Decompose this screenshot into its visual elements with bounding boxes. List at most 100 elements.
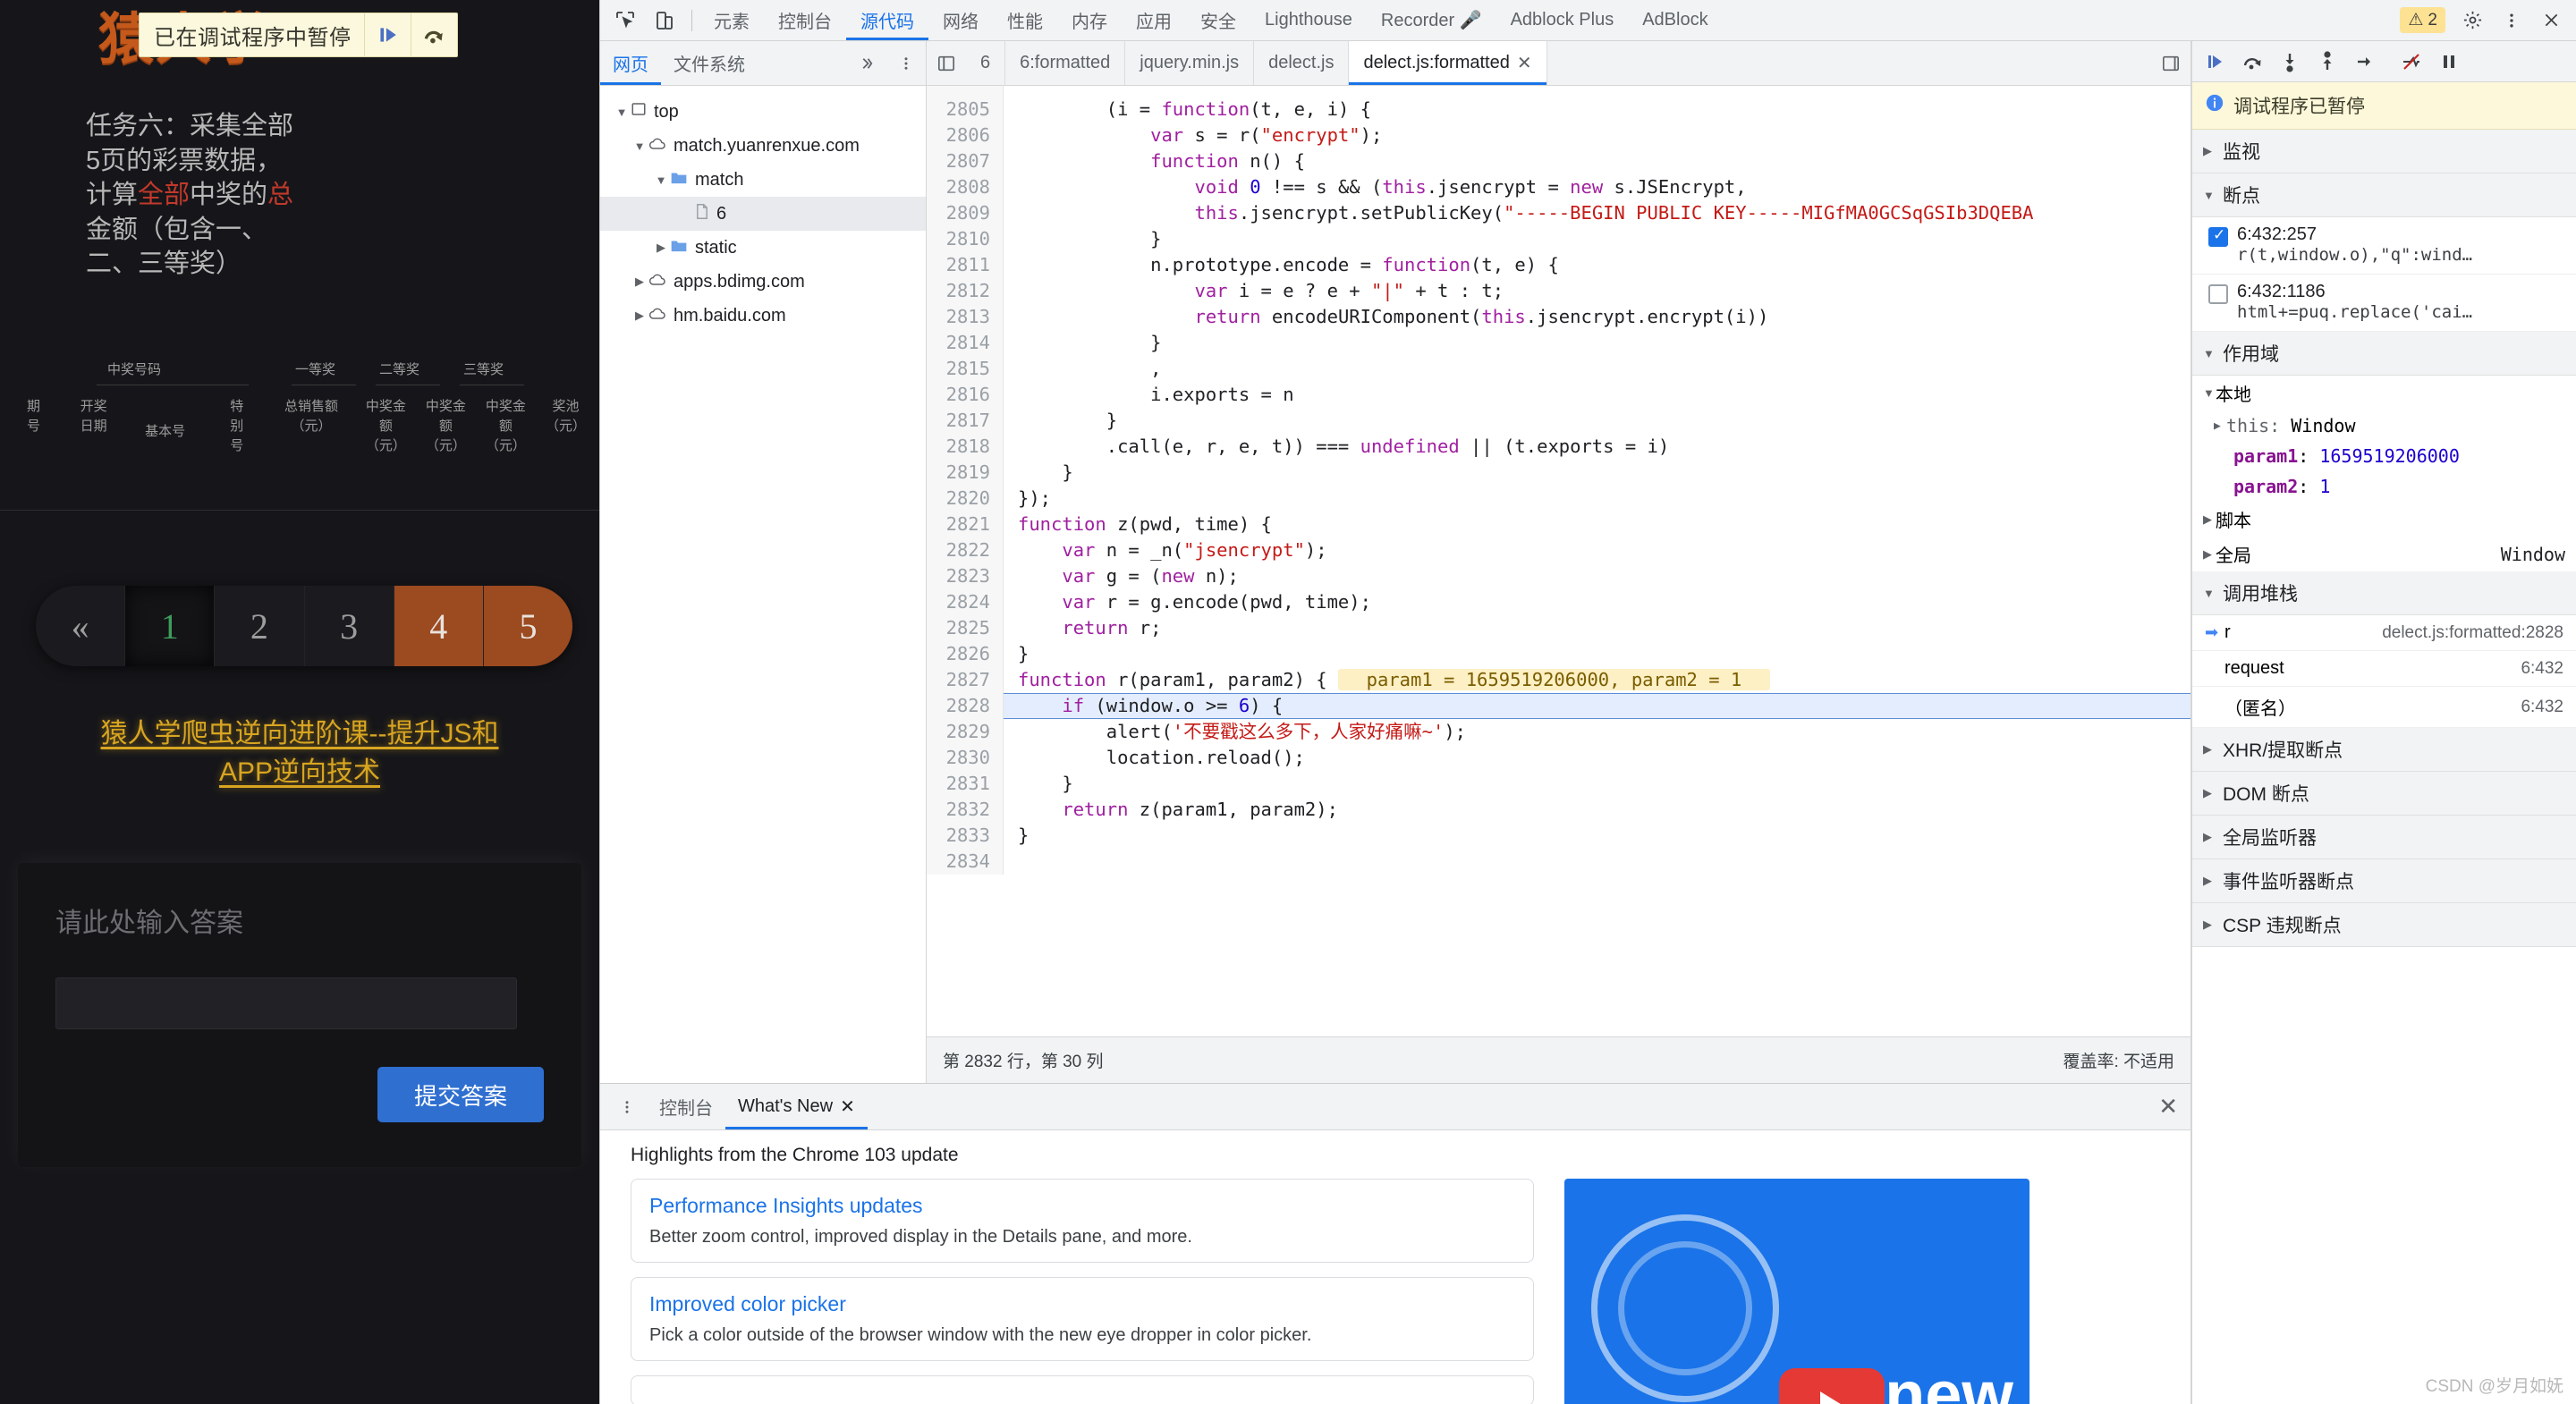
code-line[interactable]: , — [1018, 356, 2190, 382]
step-out-icon[interactable] — [2309, 45, 2346, 79]
line-number[interactable]: 2832 — [927, 797, 990, 823]
step-into-icon[interactable] — [2271, 45, 2309, 79]
whats-new-card[interactable]: Performance Insights updates Better zoom… — [631, 1179, 1534, 1263]
code-line[interactable]: (i = function(t, e, i) { — [1018, 97, 2190, 123]
callstack-frame[interactable]: ➡ r delect.js:formatted:2828 — [2192, 615, 2576, 651]
code-line[interactable]: .call(e, r, e, t)) === undefined || (t.e… — [1018, 434, 2190, 460]
callstack-frame[interactable]: （匿名） 6:432 — [2192, 687, 2576, 728]
drawer-close-icon[interactable]: ✕ — [2158, 1093, 2190, 1121]
tree-node-top[interactable]: ▼ top — [600, 95, 926, 129]
warning-badge[interactable]: ⚠ 2 — [2400, 7, 2445, 33]
answer-input[interactable] — [56, 978, 516, 1028]
line-number[interactable]: 2811 — [927, 252, 990, 278]
scope-entry-param2[interactable]: param2: 1 — [2192, 471, 2576, 502]
line-number[interactable]: 2826 — [927, 641, 990, 667]
line-number[interactable]: 2808 — [927, 174, 990, 200]
submit-answer-button[interactable]: 提交答案 — [377, 1067, 544, 1122]
navigator-tab-page[interactable]: 网页 — [600, 41, 661, 85]
kebab-menu-icon[interactable] — [607, 1089, 647, 1125]
breakpoint-checkbox[interactable] — [2208, 226, 2228, 247]
line-number[interactable]: 2833 — [927, 823, 990, 849]
close-icon[interactable]: ✕ — [840, 1095, 855, 1118]
section-breakpoints[interactable]: ▼ 断点 — [2192, 173, 2576, 217]
whats-new-card-partial[interactable] — [631, 1375, 1534, 1404]
line-number[interactable]: 2823 — [927, 563, 990, 589]
scope-entry-param1[interactable]: param1: 1659519206000 — [2192, 441, 2576, 471]
step-over-icon[interactable] — [410, 13, 457, 56]
line-number[interactable]: 2819 — [927, 460, 990, 486]
callstack-frame[interactable]: request 6:432 — [2192, 651, 2576, 687]
line-number[interactable]: 2830 — [927, 745, 990, 771]
line-number[interactable]: 2806 — [927, 123, 990, 148]
line-number[interactable]: 2818 — [927, 434, 990, 460]
gear-icon[interactable] — [2453, 3, 2492, 38]
tab-recorder[interactable]: Recorder 🎤 — [1367, 0, 1496, 40]
code-line[interactable]: } — [1018, 823, 2190, 849]
tree-node-match-yuanrenxue[interactable]: ▼ match.yuanrenxue.com — [600, 129, 926, 163]
editor-tab-delect-js[interactable]: delect.js — [1254, 41, 1350, 85]
scope-entry-this[interactable]: ▶ this: Window — [2192, 410, 2576, 441]
code-line[interactable]: function r(param1, param2) { param1 = 16… — [1018, 667, 2190, 693]
tab-adblock[interactable]: AdBlock — [1628, 0, 1722, 40]
tab-sources[interactable]: 源代码 — [846, 0, 928, 40]
code-line[interactable]: var r = g.encode(pwd, time); — [1018, 589, 2190, 615]
whats-new-card[interactable]: Improved color picker Pick a color outsi… — [631, 1277, 1534, 1361]
section-dom-breakpoints[interactable]: ▶ DOM 断点 — [2192, 772, 2576, 816]
navigator-tab-filesystem[interactable]: 文件系统 — [661, 41, 758, 85]
tab-security[interactable]: 安全 — [1186, 0, 1250, 40]
code-line[interactable]: return encodeURIComponent(this.jsencrypt… — [1018, 304, 2190, 330]
line-number[interactable]: 2828 — [927, 693, 990, 719]
resume-icon[interactable] — [363, 13, 411, 56]
tab-application[interactable]: 应用 — [1122, 0, 1186, 40]
twisty-icon[interactable]: ▼ — [631, 140, 648, 153]
code-line[interactable]: } — [1018, 226, 2190, 252]
drawer-tab-whats-new[interactable]: What's New ✕ — [725, 1084, 868, 1129]
code-line[interactable]: void 0 !== s && (this.jsencrypt = new s.… — [1018, 174, 2190, 200]
section-event-listener-breakpoints[interactable]: ▶ 事件监听器断点 — [2192, 859, 2576, 903]
show-debugger-icon[interactable] — [2151, 46, 2190, 81]
code-line[interactable]: function z(pwd, time) { — [1018, 512, 2190, 537]
code-line[interactable]: this.jsencrypt.setPublicKey("-----BEGIN … — [1018, 200, 2190, 226]
code-line[interactable]: var i = e ? e + "|" + t : t; — [1018, 278, 2190, 304]
tree-node-hm-baidu[interactable]: ▶ hm.baidu.com — [600, 299, 926, 333]
code-line[interactable]: } — [1018, 641, 2190, 667]
code-line[interactable]: var s = r("encrypt"); — [1018, 123, 2190, 148]
line-number[interactable]: 2812 — [927, 278, 990, 304]
code-line[interactable]: if (window.o >= 6) { — [1004, 693, 2190, 719]
line-number[interactable]: 2827 — [927, 667, 990, 693]
chevron-right-icon[interactable]: ▶ — [2214, 419, 2226, 433]
line-number[interactable]: 2822 — [927, 537, 990, 563]
twisty-icon[interactable]: ▶ — [652, 241, 670, 255]
twisty-icon[interactable]: ▶ — [631, 309, 648, 323]
line-number[interactable]: 2810 — [927, 226, 990, 252]
drawer-tab-console[interactable]: 控制台 — [647, 1084, 725, 1129]
line-number[interactable]: 2807 — [927, 148, 990, 174]
step-icon[interactable] — [2346, 45, 2384, 79]
section-callstack[interactable]: ▼ 调用堆栈 — [2192, 571, 2576, 615]
promo-course-link[interactable]: 猿人学爬虫逆向进阶课--提升JS和 APP逆向技术 — [18, 715, 581, 791]
line-number[interactable]: 2829 — [927, 719, 990, 745]
tab-adblock-plus[interactable]: Adblock Plus — [1496, 0, 1629, 40]
whats-new-video-thumbnail[interactable]: new — [1564, 1179, 2029, 1404]
line-number[interactable]: 2813 — [927, 304, 990, 330]
line-number[interactable]: 2815 — [927, 356, 990, 382]
code-line[interactable]: var g = (new n); — [1018, 563, 2190, 589]
kebab-menu-icon[interactable] — [2492, 3, 2531, 38]
section-csp-violation-breakpoints[interactable]: ▶ CSP 违规断点 — [2192, 903, 2576, 947]
tab-elements[interactable]: 元素 — [699, 0, 764, 40]
close-icon[interactable]: ✕ — [1517, 52, 1532, 74]
tree-node-6[interactable]: 6 — [600, 197, 926, 231]
show-navigator-icon[interactable] — [927, 46, 966, 81]
code-line[interactable]: } — [1018, 330, 2190, 356]
step-over-icon[interactable] — [2233, 45, 2271, 79]
code-line[interactable]: i.exports = n — [1018, 382, 2190, 408]
tree-node-apps-bdimg[interactable]: ▶ apps.bdimg.com — [600, 265, 926, 299]
section-xhr-breakpoints[interactable]: ▶ XHR/提取断点 — [2192, 728, 2576, 772]
close-icon[interactable] — [2531, 3, 2571, 38]
tree-node-match[interactable]: ▼ match — [600, 163, 926, 197]
line-number[interactable]: 2821 — [927, 512, 990, 537]
pagination-prev[interactable]: « — [36, 586, 126, 666]
scope-global[interactable]: ▶ 全局 Window — [2192, 537, 2576, 571]
code-line[interactable]: n.prototype.encode = function(t, e) { — [1018, 252, 2190, 278]
line-number[interactable]: 2831 — [927, 771, 990, 797]
